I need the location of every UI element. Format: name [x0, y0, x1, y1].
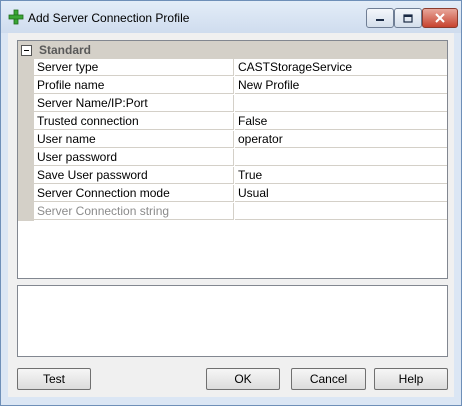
property-value[interactable]: CASTStorageService	[235, 59, 447, 76]
property-row-user-name[interactable]: User name operator	[18, 131, 447, 149]
cancel-button[interactable]: Cancel	[291, 368, 366, 390]
property-row-profile-name[interactable]: Profile name New Profile	[18, 77, 447, 95]
dialog-body: Standard Server type CASTStorageService …	[8, 33, 454, 397]
property-name: Server Connection string	[34, 203, 234, 220]
maximize-button[interactable]	[394, 8, 422, 28]
category-header-standard[interactable]: Standard	[18, 41, 447, 59]
row-margin	[18, 113, 34, 131]
row-margin	[18, 203, 34, 221]
test-button[interactable]: Test	[17, 368, 91, 390]
row-margin	[18, 77, 34, 95]
row-margin	[18, 185, 34, 203]
close-icon	[435, 13, 445, 23]
maximize-icon	[403, 13, 413, 23]
property-name: Trusted connection	[34, 113, 234, 130]
property-value[interactable]: Usual	[235, 185, 447, 202]
help-button[interactable]: Help	[374, 368, 448, 390]
property-name: User name	[34, 131, 234, 148]
property-name: Server Connection mode	[34, 185, 234, 202]
row-margin	[18, 131, 34, 149]
property-row-server-name[interactable]: Server Name/IP:Port	[18, 95, 447, 113]
minimize-icon	[376, 19, 384, 21]
description-panel	[17, 285, 448, 357]
property-row-user-password[interactable]: User password	[18, 149, 447, 167]
collapse-icon[interactable]	[21, 44, 32, 56]
property-row-connection-string: Server Connection string	[18, 203, 447, 221]
row-margin	[18, 59, 34, 77]
dialog-window: Add Server Connection Profile Standard S…	[0, 0, 462, 406]
property-value[interactable]	[235, 95, 447, 112]
title-bar[interactable]: Add Server Connection Profile	[1, 1, 461, 33]
category-label: Standard	[39, 43, 92, 57]
property-grid[interactable]: Standard Server type CASTStorageService …	[17, 40, 448, 279]
minimize-button[interactable]	[366, 8, 394, 28]
close-button[interactable]	[422, 8, 458, 28]
property-name: Server Name/IP:Port	[34, 95, 234, 112]
ok-button[interactable]: OK	[206, 368, 280, 390]
property-value[interactable]: New Profile	[235, 77, 447, 94]
property-row-save-user-password[interactable]: Save User password True	[18, 167, 447, 185]
property-value[interactable]: False	[235, 113, 447, 130]
row-margin	[18, 167, 34, 185]
property-name: User password	[34, 149, 234, 166]
property-name: Server type	[34, 59, 234, 76]
property-value[interactable]	[235, 149, 447, 166]
property-row-trusted-connection[interactable]: Trusted connection False	[18, 113, 447, 131]
property-name: Save User password	[34, 167, 234, 184]
property-value	[235, 203, 447, 220]
property-name: Profile name	[34, 77, 234, 94]
property-value[interactable]: True	[235, 167, 447, 184]
window-title: Add Server Connection Profile	[28, 11, 190, 25]
row-margin	[18, 149, 34, 167]
green-plus-icon	[8, 9, 24, 25]
property-value[interactable]: operator	[235, 131, 447, 148]
property-row-connection-mode[interactable]: Server Connection mode Usual	[18, 185, 447, 203]
property-row-server-type[interactable]: Server type CASTStorageService	[18, 59, 447, 77]
row-margin	[18, 95, 34, 113]
